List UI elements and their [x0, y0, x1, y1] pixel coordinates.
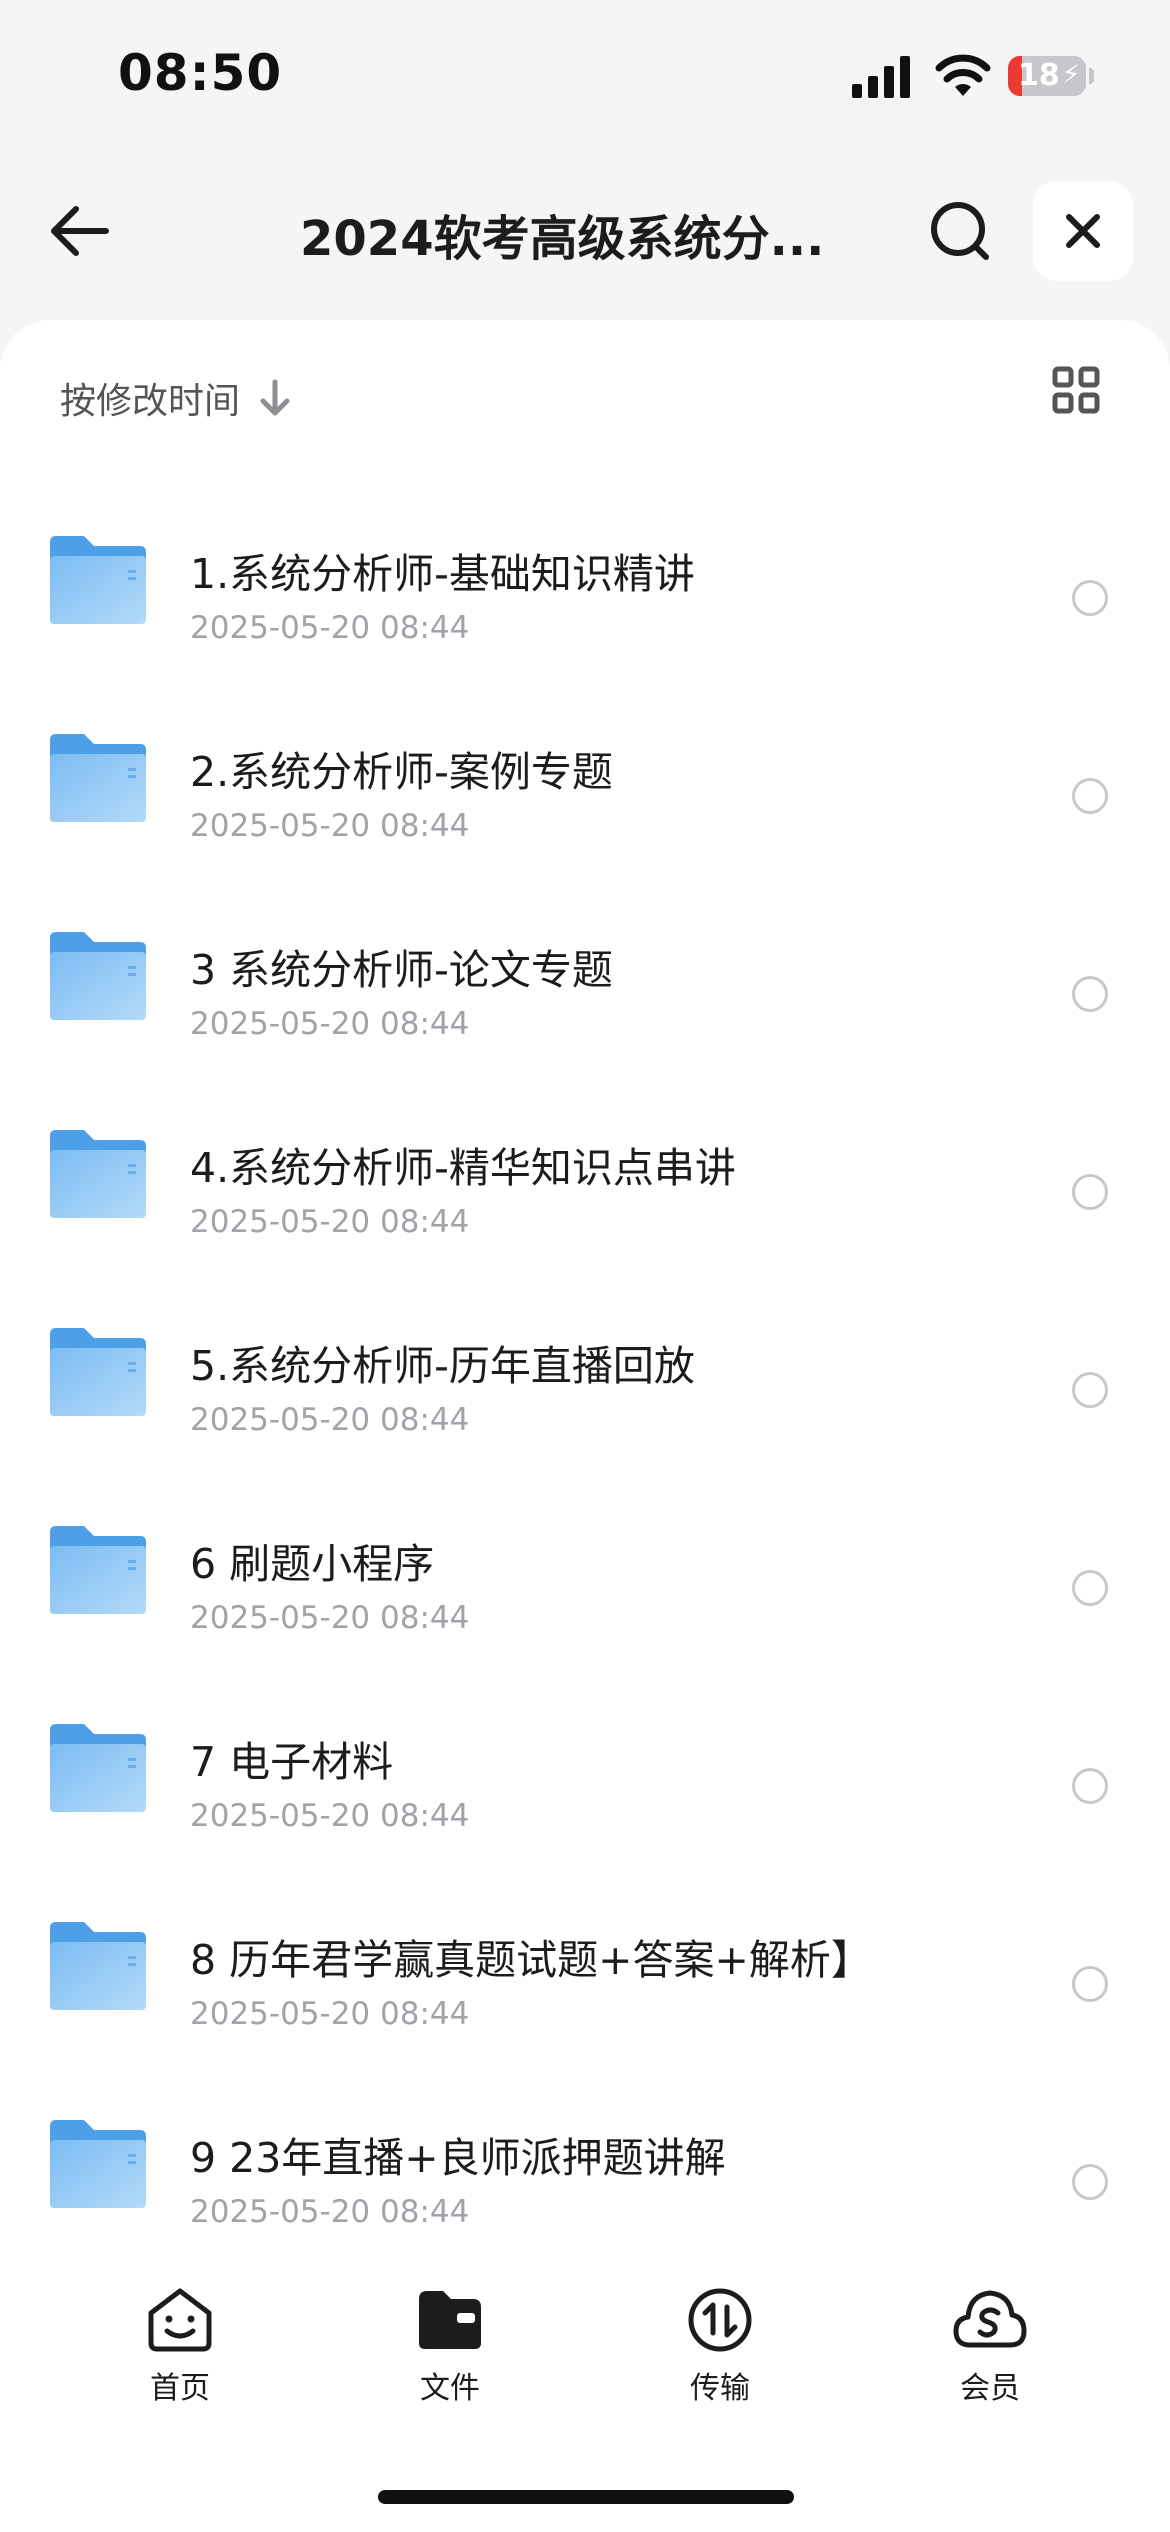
- arrow-down-icon: [260, 379, 290, 416]
- select-radio[interactable]: [1072, 976, 1108, 1012]
- file-list-item[interactable]: 1.系统分析师-基础知识精讲 2025-05-20 08:44: [0, 480, 1170, 678]
- folder-icon: [50, 1130, 146, 1218]
- header: 2024软考高级系统分...: [0, 175, 1170, 290]
- select-radio[interactable]: [1072, 2164, 1108, 2200]
- file-list-item[interactable]: 6 刷题小程序 2025-05-20 08:44: [0, 1470, 1170, 1668]
- select-radio[interactable]: [1072, 1174, 1108, 1210]
- grid-view-icon[interactable]: [1052, 366, 1100, 414]
- folder-icon: [50, 1526, 146, 1614]
- file-list-item[interactable]: 9 23年直播+良师派押题讲解 2025-05-20 08:44: [0, 2064, 1170, 2262]
- file-list-item[interactable]: 3 系统分析师-论文专题 2025-05-20 08:44: [0, 876, 1170, 1074]
- page-title: 2024软考高级系统分...: [300, 211, 825, 267]
- search-icon[interactable]: [928, 199, 992, 263]
- battery-cap: [1089, 68, 1094, 84]
- folder-icon: [50, 734, 146, 822]
- sort-button[interactable]: 按修改时间: [60, 368, 292, 428]
- folder-icon: [50, 2120, 146, 2208]
- cloud-vip-icon: [953, 2290, 1027, 2348]
- file-name: 8 历年君学赢真题试题+答案+解析】: [190, 1936, 872, 1984]
- file-date: 2025-05-20 08:44: [190, 1204, 470, 1240]
- select-radio[interactable]: [1072, 778, 1108, 814]
- file-list-item[interactable]: 7 电子材料 2025-05-20 08:44: [0, 1668, 1170, 1866]
- file-name: 3 系统分析师-论文专题: [190, 946, 613, 994]
- folder-icon: [50, 536, 146, 624]
- file-date: 2025-05-20 08:44: [190, 1798, 470, 1834]
- tab-label: 文件: [420, 2371, 480, 2406]
- file-date: 2025-05-20 08:44: [190, 2194, 470, 2230]
- home-indicator: [378, 2490, 794, 2504]
- arrow-left-icon[interactable]: [48, 199, 112, 263]
- battery-icon: 18 ⚡: [1008, 56, 1086, 96]
- tab-vip[interactable]: 会员: [900, 2287, 1080, 2407]
- cellular-signal-icon: [852, 56, 910, 98]
- file-list-item[interactable]: 8 历年君学赢真题试题+答案+解析】 2025-05-20 08:44: [0, 1866, 1170, 2064]
- select-radio[interactable]: [1072, 1966, 1108, 2002]
- folder-icon: [50, 932, 146, 1020]
- close-icon: [1066, 214, 1100, 248]
- file-panel: 按修改时间 1.系统分析师-基础知识精讲 2025-05-20 08:44 2.…: [0, 320, 1170, 2532]
- folder-icon: [50, 1724, 146, 1812]
- file-date: 2025-05-20 08:44: [190, 1996, 470, 2032]
- file-date: 2025-05-20 08:44: [190, 1402, 470, 1438]
- smiley-home-icon: [148, 2288, 212, 2352]
- sort-label: 按修改时间: [60, 381, 241, 422]
- battery-percent: 18: [1018, 58, 1060, 93]
- tab-home[interactable]: 首页: [90, 2287, 270, 2407]
- folder-file-icon: [419, 2291, 481, 2349]
- charging-bolt-icon: ⚡: [1062, 60, 1081, 90]
- select-radio[interactable]: [1072, 1372, 1108, 1408]
- select-radio[interactable]: [1072, 1768, 1108, 1804]
- file-name: 5.系统分析师-历年直播回放: [190, 1342, 695, 1390]
- tab-label: 首页: [150, 2371, 210, 2406]
- file-date: 2025-05-20 08:44: [190, 1600, 470, 1636]
- folder-icon: [50, 1328, 146, 1416]
- select-radio[interactable]: [1072, 580, 1108, 616]
- file-name: 1.系统分析师-基础知识精讲: [190, 550, 695, 598]
- folder-icon: [50, 1922, 146, 2010]
- file-list-item[interactable]: 4.系统分析师-精华知识点串讲 2025-05-20 08:44: [0, 1074, 1170, 1272]
- file-name: 9 23年直播+良师派押题讲解: [190, 2134, 726, 2182]
- tab-files[interactable]: 文件: [360, 2287, 540, 2407]
- wifi-icon: [935, 54, 991, 96]
- tab-transfer[interactable]: 传输: [630, 2287, 810, 2407]
- select-radio[interactable]: [1072, 1570, 1108, 1606]
- file-date: 2025-05-20 08:44: [190, 610, 470, 646]
- file-list-item[interactable]: 5.系统分析师-历年直播回放 2025-05-20 08:44: [0, 1272, 1170, 1470]
- file-name: 2.系统分析师-案例专题: [190, 748, 613, 796]
- status-bar: 08:50 18 ⚡: [0, 0, 1170, 150]
- file-list-item[interactable]: 2.系统分析师-案例专题 2025-05-20 08:44: [0, 678, 1170, 876]
- file-date: 2025-05-20 08:44: [190, 808, 470, 844]
- file-name: 4.系统分析师-精华知识点串讲: [190, 1144, 736, 1192]
- tab-label: 会员: [960, 2371, 1020, 2406]
- status-time: 08:50: [118, 44, 283, 102]
- file-list: 1.系统分析师-基础知识精讲 2025-05-20 08:44 2.系统分析师-…: [0, 480, 1170, 2262]
- file-name: 6 刷题小程序: [190, 1540, 435, 1588]
- transfer-icon: [688, 2288, 752, 2352]
- bottom-tab-bar: 首页 文件 传输 会员: [0, 2245, 1170, 2532]
- file-name: 7 电子材料: [190, 1738, 394, 1786]
- close-button[interactable]: [1033, 181, 1133, 281]
- file-date: 2025-05-20 08:44: [190, 1006, 470, 1042]
- tab-label: 传输: [690, 2371, 750, 2406]
